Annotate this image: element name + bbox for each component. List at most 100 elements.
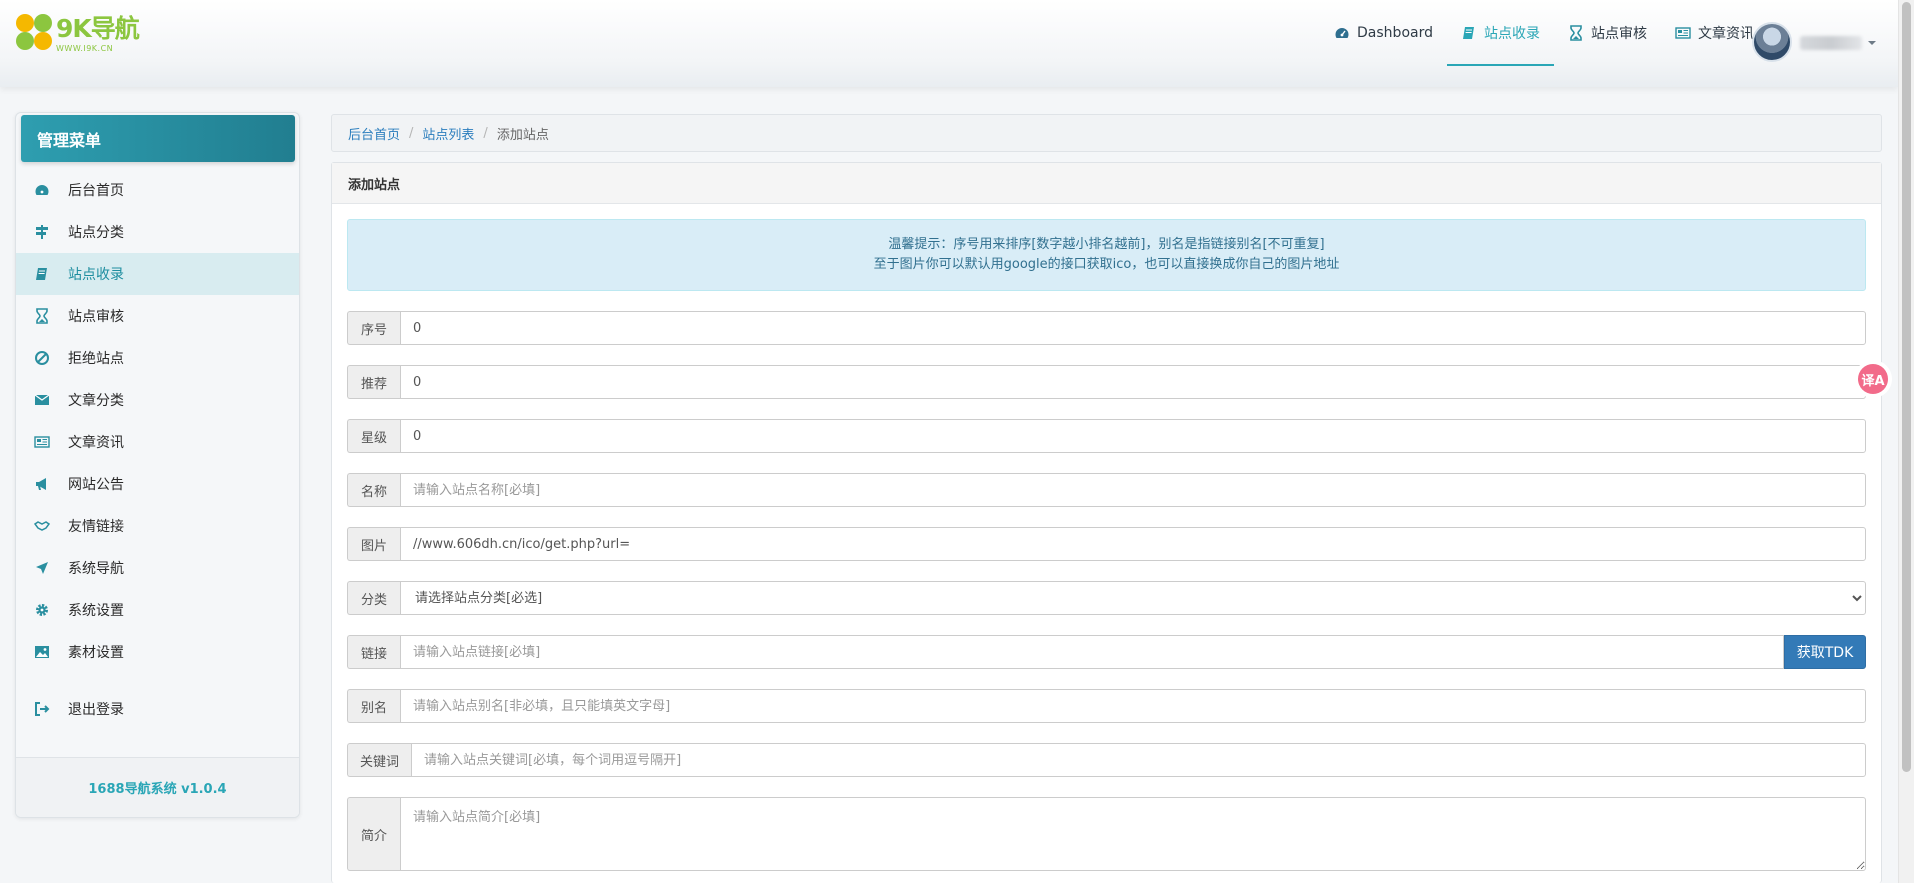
top-navbar: 9K导航 WWW.I9K.CN Dashboard 站点收录 站点审核 文章资讯 [0,0,1898,87]
logo-text: 9K导航 [56,14,140,43]
breadcrumb-separator: / [483,125,488,141]
topnav-site-collect[interactable]: 站点收录 [1447,0,1554,66]
link-label: 链接 [347,635,400,669]
topnav-site-review[interactable]: 站点审核 [1554,0,1661,66]
category-label: 分类 [347,581,400,615]
topnav-dashboard[interactable]: Dashboard [1320,0,1447,66]
stars-label: 星级 [347,419,400,453]
sidebar-item-label: 系统设置 [68,603,124,619]
username-blurred [1800,36,1862,50]
topnav-label: 文章资讯 [1698,26,1754,42]
breadcrumb-home-link[interactable]: 后台首页 [348,124,400,143]
gear-icon [36,604,48,616]
recommend-input[interactable] [400,365,1866,399]
sidebar-item-home[interactable]: 后台首页 [16,169,299,211]
breadcrumb-separator: / [409,125,414,141]
sidebar-item-label: 拒绝站点 [68,351,124,367]
sidebar-item-label: 友情链接 [68,519,124,535]
alias-input[interactable] [400,689,1866,723]
info-alert: 温馨提示：序号用来排序[数字越小排名越前]，别名是指链接别名[不可重复] 至于图… [347,219,1866,291]
sidebar-item-label: 站点审核 [68,309,124,325]
site-name-input[interactable] [400,473,1866,507]
dashboard-icon [35,185,49,195]
stars-input[interactable] [400,419,1866,453]
breadcrumb-site-list-link[interactable]: 站点列表 [422,124,474,143]
alias-row: 别名 [347,689,1866,723]
envelope-icon [34,394,50,405]
alert-line-1: 温馨提示：序号用来排序[数字越小排名越前]，别名是指链接别名[不可重复] [888,237,1325,252]
intro-row: 简介 [347,797,1866,871]
sidebar: 管理菜单 后台首页 站点分类 站点收录 站点审核 拒绝站点 文章分类 文章资讯 [15,112,300,818]
sidebar-item-system-nav[interactable]: 系统导航 [16,547,299,589]
sidebar-item-label: 后台首页 [68,183,124,199]
signpost-icon [36,225,48,239]
sidebar-item-site-category[interactable]: 站点分类 [16,211,299,253]
version-footer: 1688导航系统 v1.0.4 [16,757,299,817]
sign-out-icon [35,702,50,716]
newspaper-icon [1675,27,1691,39]
sidebar-item-material-settings[interactable]: 素材设置 [16,631,299,673]
sidebar-item-system-settings[interactable]: 系统设置 [16,589,299,631]
site-logo[interactable]: 9K导航 WWW.I9K.CN [16,14,146,56]
breadcrumb: 后台首页 / 站点列表 / 添加站点 [331,114,1882,152]
clover-logo-icon [16,14,54,52]
topnav-label: Dashboard [1357,25,1433,41]
intro-label: 简介 [347,797,400,871]
hourglass-icon [1570,25,1582,41]
sidebar-item-articles[interactable]: 文章资讯 [16,421,299,463]
chevron-down-icon [1868,41,1876,45]
get-tdk-button[interactable]: 获取TDK [1784,635,1866,669]
sidebar-menu: 后台首页 站点分类 站点收录 站点审核 拒绝站点 文章分类 文章资讯 网站公告 [16,169,299,730]
user-menu[interactable] [1752,22,1882,64]
sidebar-item-site-collect[interactable]: 站点收录 [16,253,299,295]
sidebar-item-label: 站点分类 [68,225,124,241]
alias-label: 别名 [347,689,400,723]
sidebar-item-label: 退出登录 [68,702,124,718]
sidebar-item-rejected-sites[interactable]: 拒绝站点 [16,337,299,379]
site-link-input[interactable] [400,635,1784,669]
bullhorn-icon [36,478,46,490]
image-label: 图片 [347,527,400,561]
keywords-row: 关键词 [347,743,1866,777]
intro-textarea[interactable] [400,797,1866,871]
book-icon [36,268,47,280]
top-nav: Dashboard 站点收录 站点审核 文章资讯 [1320,0,1768,66]
book-icon [1463,27,1474,39]
sidebar-item-label: 文章分类 [68,393,124,409]
newspaper-icon [34,436,50,448]
name-label: 名称 [347,473,400,507]
sidebar-item-label: 站点收录 [68,267,124,283]
hourglass-icon [36,308,48,324]
sidebar-item-logout[interactable]: 退出登录 [16,688,299,730]
sidebar-item-label: 网站公告 [68,477,124,493]
category-row: 分类 请选择站点分类[必选] [347,581,1866,615]
dashboard-icon [1335,28,1349,38]
image-row: 图片 [347,527,1866,561]
category-select[interactable]: 请选择站点分类[必选] [400,581,1866,615]
name-row: 名称 [347,473,1866,507]
translate-icon[interactable]: 译A [1858,364,1888,394]
sidebar-item-announcements[interactable]: 网站公告 [16,463,299,505]
alert-line-2: 至于图片你可以默认用google的接口获取ico，也可以直接换成你自己的图片地址 [873,257,1340,272]
location-arrow-icon [36,562,48,574]
ban-icon [35,351,49,365]
recommend-label: 推荐 [347,365,400,399]
sidebar-item-friend-links[interactable]: 友情链接 [16,505,299,547]
avatar [1752,22,1792,62]
breadcrumb-current: 添加站点 [496,127,549,143]
handshake-icon [34,521,50,531]
scrollbar-thumb[interactable] [1902,2,1911,772]
link-row: 链接 获取TDK [347,635,1866,669]
image-icon [35,646,49,658]
logo-subtext: WWW.I9K.CN [56,44,114,53]
page-scrollbar[interactable] [1898,0,1914,883]
add-site-panel: 添加站点 温馨提示：序号用来排序[数字越小排名越前]，别名是指链接别名[不可重复… [331,162,1882,883]
sidebar-item-site-review[interactable]: 站点审核 [16,295,299,337]
sidebar-item-article-category[interactable]: 文章分类 [16,379,299,421]
stars-row: 星级 [347,419,1866,453]
image-url-input[interactable] [400,527,1866,561]
keywords-input[interactable] [411,743,1866,777]
sidebar-title: 管理菜单 [21,115,295,162]
order-input[interactable] [400,311,1866,345]
order-row: 序号 [347,311,1866,345]
